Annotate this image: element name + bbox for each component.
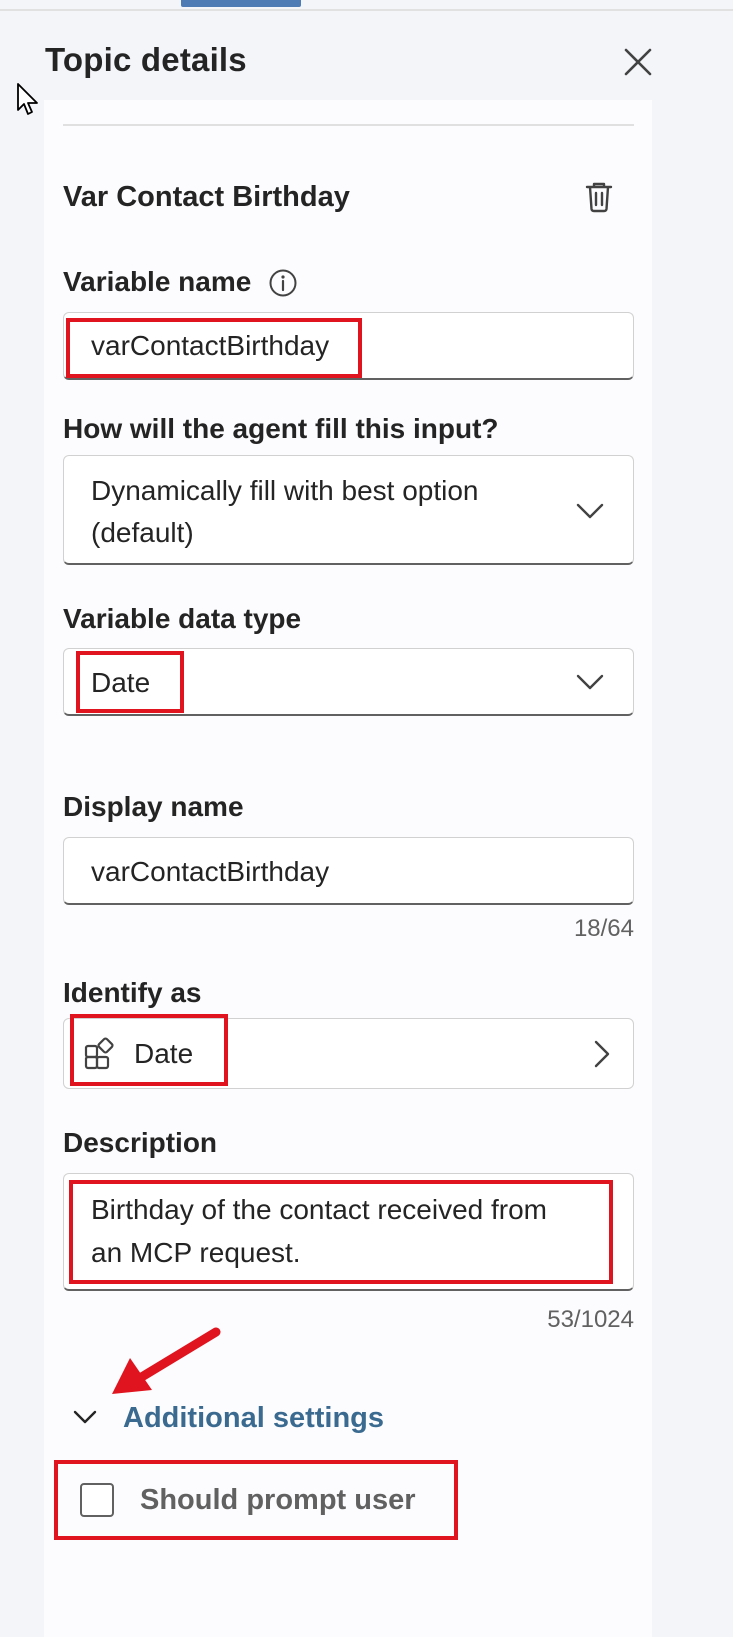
top-border	[0, 9, 733, 11]
description-label: Description	[63, 1127, 218, 1158]
description-value-line2: an MCP request.	[91, 1237, 301, 1268]
trash-icon	[585, 182, 613, 213]
mouse-pointer-icon	[17, 83, 38, 115]
fill-method-dropdown[interactable]: Dynamically fill with best option (defau…	[63, 455, 634, 565]
fill-method-value-line2: (default)	[91, 517, 194, 548]
chevron-down-icon	[576, 674, 604, 690]
display-name-label: Display name	[63, 791, 244, 822]
identify-as-selector[interactable]: Date	[63, 1018, 634, 1089]
data-type-label: Variable data type	[63, 603, 302, 634]
header-divider	[63, 124, 634, 126]
description-textarea[interactable]: Birthday of the contact received from an…	[63, 1173, 634, 1291]
identify-as-label: Identify as	[63, 977, 202, 1008]
chevron-down-icon[interactable]	[72, 1408, 98, 1426]
info-icon[interactable]	[268, 268, 298, 298]
red-arrow-annotation	[112, 1327, 221, 1394]
entity-shapes-icon	[84, 1037, 114, 1070]
description-value-line1: Birthday of the contact received from	[91, 1194, 547, 1225]
should-prompt-user-checkbox[interactable]	[80, 1483, 114, 1517]
active-tab-indicator	[181, 0, 301, 7]
should-prompt-user-label[interactable]: Should prompt user	[140, 1482, 416, 1518]
data-type-dropdown[interactable]: Date	[63, 648, 634, 716]
delete-button[interactable]	[583, 180, 615, 214]
chevron-right-icon	[594, 1040, 610, 1068]
close-icon	[624, 48, 652, 76]
variable-name-value: varContactBirthday	[91, 330, 330, 361]
variable-title: Var Contact Birthday	[63, 181, 350, 213]
fill-method-value-line1: Dynamically fill with best option	[91, 475, 479, 506]
display-name-counter: 18/64	[573, 915, 634, 942]
variable-name-input[interactable]: varContactBirthday	[63, 312, 634, 380]
display-name-value: varContactBirthday	[91, 856, 330, 887]
identify-as-value: Date	[134, 1038, 194, 1069]
display-name-input[interactable]: varContactBirthday	[63, 837, 634, 905]
chevron-down-icon	[576, 503, 604, 519]
panel-title: Topic details	[45, 41, 247, 78]
additional-settings-toggle[interactable]: Additional settings	[123, 1400, 384, 1436]
variable-name-label: Variable name	[63, 266, 252, 297]
data-type-value: Date	[91, 667, 151, 698]
fill-method-label: How will the agent fill this input?	[63, 413, 499, 444]
close-button[interactable]	[620, 44, 656, 80]
description-counter: 53/1024	[547, 1306, 634, 1333]
